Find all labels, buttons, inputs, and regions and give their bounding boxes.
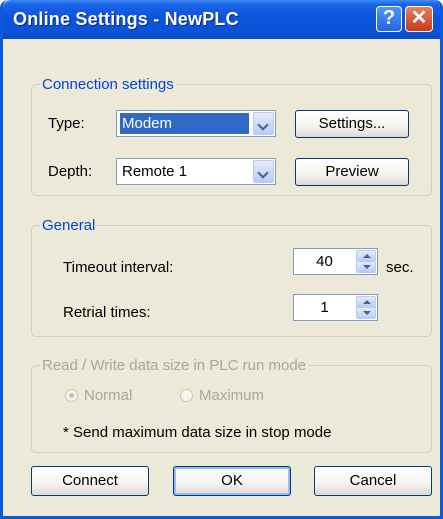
chevron-down-icon[interactable]	[253, 160, 274, 183]
maximum-radio-label: Maximum	[199, 387, 265, 404]
depth-value: Remote 1	[122, 163, 188, 180]
timeout-spin-buttons	[356, 250, 376, 273]
title-bar[interactable]: Online Settings - NewPLC ? ✕	[3, 0, 440, 39]
preview-button[interactable]: Preview	[295, 158, 409, 186]
timeout-unit: sec.	[386, 259, 414, 276]
ok-button[interactable]: OK	[173, 466, 291, 496]
retrial-spinner[interactable]: 1	[293, 294, 378, 321]
settings-button[interactable]: Settings...	[295, 110, 409, 138]
stop-mode-note: * Send maximum data size in stop mode	[63, 424, 332, 441]
retrial-label: Retrial times:	[63, 304, 151, 321]
retrial-spin-buttons	[356, 296, 376, 319]
online-settings-dialog: Online Settings - NewPLC ? ✕ Connection …	[0, 0, 443, 519]
timeout-value: 40	[316, 253, 333, 270]
timeout-label: Timeout interval:	[63, 259, 174, 276]
cancel-button[interactable]: Cancel	[314, 466, 432, 496]
chevron-down-icon[interactable]	[253, 112, 274, 135]
depth-label: Depth:	[48, 163, 93, 180]
timeout-spinner[interactable]: 40	[293, 248, 378, 275]
spin-down-icon[interactable]	[356, 261, 376, 273]
connection-settings-label: Connection settings	[40, 76, 176, 93]
normal-radio[interactable]	[65, 389, 78, 402]
type-combo[interactable]: Modem	[116, 110, 276, 137]
depth-combo[interactable]: Remote 1	[116, 158, 276, 185]
dialog-title: Online Settings - NewPLC	[13, 9, 239, 29]
general-label: General	[40, 217, 98, 234]
retrial-value: 1	[320, 299, 329, 316]
maximum-radio[interactable]	[180, 389, 193, 402]
spin-down-icon[interactable]	[356, 307, 376, 319]
close-icon[interactable]: ✕	[405, 6, 433, 32]
rw-data-size-label: Read / Write data size in PLC run mode	[40, 357, 309, 374]
type-label: Type:	[48, 115, 85, 132]
type-value: Modem	[120, 113, 249, 134]
normal-radio-label: Normal	[84, 387, 133, 404]
connect-button[interactable]: Connect	[31, 466, 149, 496]
help-icon[interactable]: ?	[376, 6, 402, 32]
